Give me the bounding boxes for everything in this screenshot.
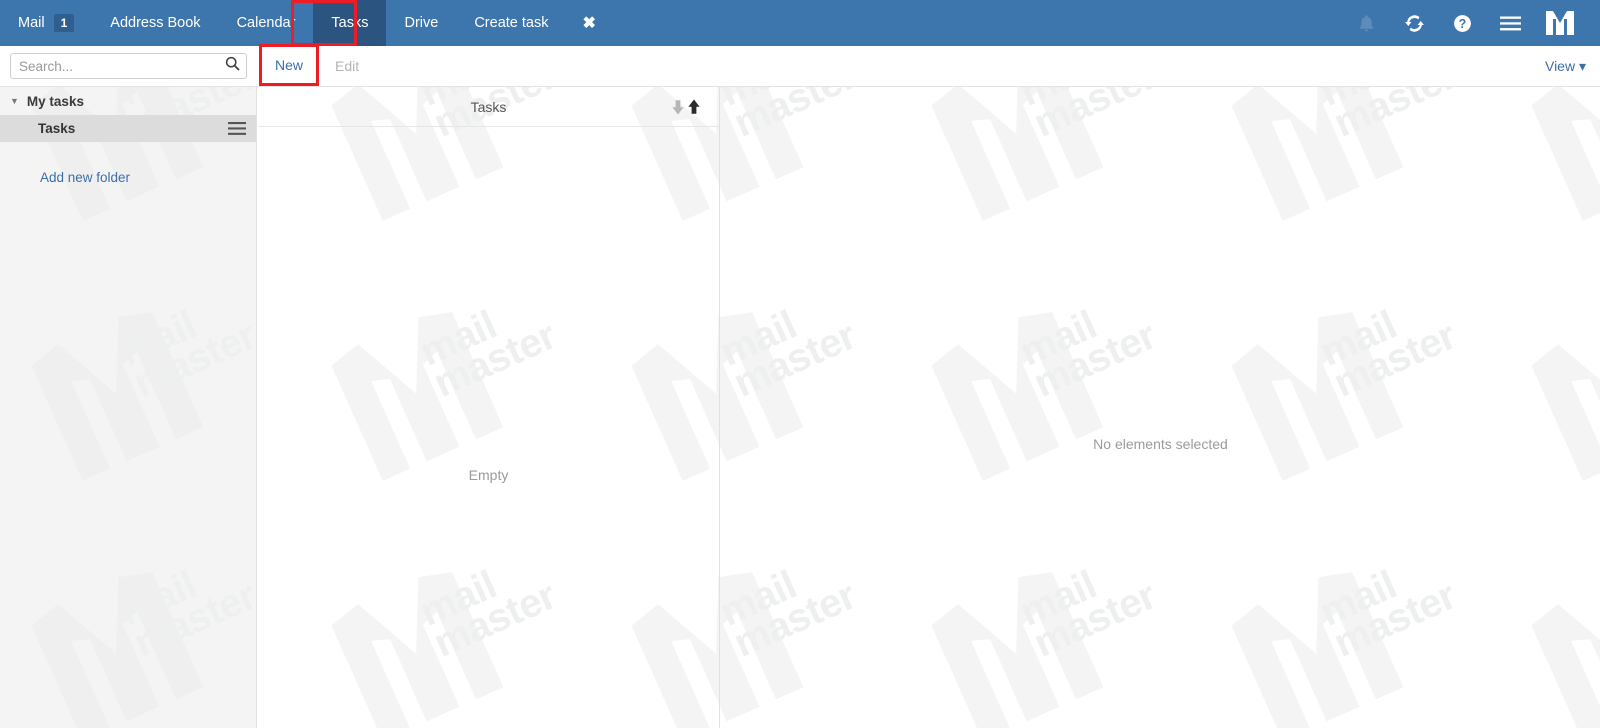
- action-toolbar: New Edit View ▾: [0, 46, 1600, 87]
- chevron-down-icon: ▾: [1578, 57, 1586, 74]
- no-elements-selected-label: No elements selected: [1093, 436, 1228, 452]
- task-list-title: Tasks: [470, 98, 507, 115]
- nav-item-label: Mail: [18, 15, 45, 31]
- hamburger-icon[interactable]: [228, 122, 246, 135]
- close-tab-button[interactable]: ✖: [566, 0, 611, 46]
- top-navigation-bar: Mail 1 Address Book Calendar Tasks Drive Creat…: [0, 0, 1600, 46]
- task-list-pane: mail mastermail mastermail mastermail ma…: [258, 87, 720, 728]
- bell-icon[interactable]: [1342, 0, 1390, 46]
- app-root: mail mastermail mastermail mastermail ma…: [0, 0, 1600, 728]
- sidebar-item-tasks[interactable]: Tasks: [0, 115, 256, 142]
- nav-item-badge: 1: [53, 14, 75, 32]
- sidebar-root-my-tasks[interactable]: ▼ My tasks: [0, 87, 256, 115]
- task-list-empty-label: Empty: [468, 467, 509, 483]
- mail-master-logo[interactable]: [1534, 0, 1586, 46]
- nav-actions: ?: [1342, 0, 1600, 46]
- task-list-content: Tasks Empty: [258, 87, 719, 728]
- view-dropdown[interactable]: View ▾: [1545, 58, 1600, 75]
- nav-item-label: Create task: [474, 15, 549, 31]
- sidebar-content: ▼ My tasks Tasks Add new folder: [0, 87, 256, 728]
- nav-item-drive[interactable]: Drive: [386, 0, 456, 46]
- search-input[interactable]: [10, 53, 247, 79]
- highlight-box-new-button: New: [259, 44, 319, 86]
- search-icon[interactable]: [225, 56, 240, 76]
- nav-item-address-book[interactable]: Address Book: [92, 0, 218, 46]
- refresh-icon[interactable]: [1390, 0, 1438, 46]
- edit-button: Edit: [335, 57, 360, 74]
- task-detail-content: No elements selected: [721, 87, 1600, 728]
- nav-item-label: Drive: [404, 15, 439, 31]
- search-box: [10, 53, 247, 79]
- nav-item-label: Tasks: [331, 15, 369, 31]
- nav-item-mail[interactable]: Mail 1: [0, 0, 92, 46]
- sort-controls: [671, 99, 701, 115]
- nav-tabs: Mail 1 Address Book Calendar Tasks Drive Creat…: [0, 0, 566, 46]
- nav-item-calendar[interactable]: Calendar: [219, 0, 314, 46]
- nav-item-label: Calendar: [236, 15, 296, 31]
- menu-icon[interactable]: [1486, 0, 1534, 46]
- svg-text:?: ?: [1458, 17, 1466, 31]
- view-dropdown-label: View: [1544, 57, 1576, 74]
- sidebar-item-label: Tasks: [38, 121, 76, 136]
- arrow-up-icon[interactable]: [687, 99, 701, 115]
- sidebar-root-label: My tasks: [26, 93, 84, 109]
- arrow-down-icon[interactable]: [671, 99, 685, 115]
- task-detail-pane: mail mastermail mastermail mastermail ma…: [721, 87, 1600, 728]
- task-list-header: Tasks: [258, 87, 719, 127]
- new-button[interactable]: New: [262, 47, 316, 83]
- nav-item-label: Address Book: [110, 15, 201, 31]
- nav-item-tasks[interactable]: Tasks: [313, 0, 387, 46]
- nav-item-create-task[interactable]: Create task: [456, 0, 566, 46]
- help-icon[interactable]: ?: [1438, 0, 1486, 46]
- add-new-folder-link[interactable]: Add new folder: [0, 170, 256, 185]
- chevron-down-icon[interactable]: ▼: [10, 96, 19, 106]
- sidebar-pane: mail mastermail mastermail mastermail ma…: [0, 87, 257, 728]
